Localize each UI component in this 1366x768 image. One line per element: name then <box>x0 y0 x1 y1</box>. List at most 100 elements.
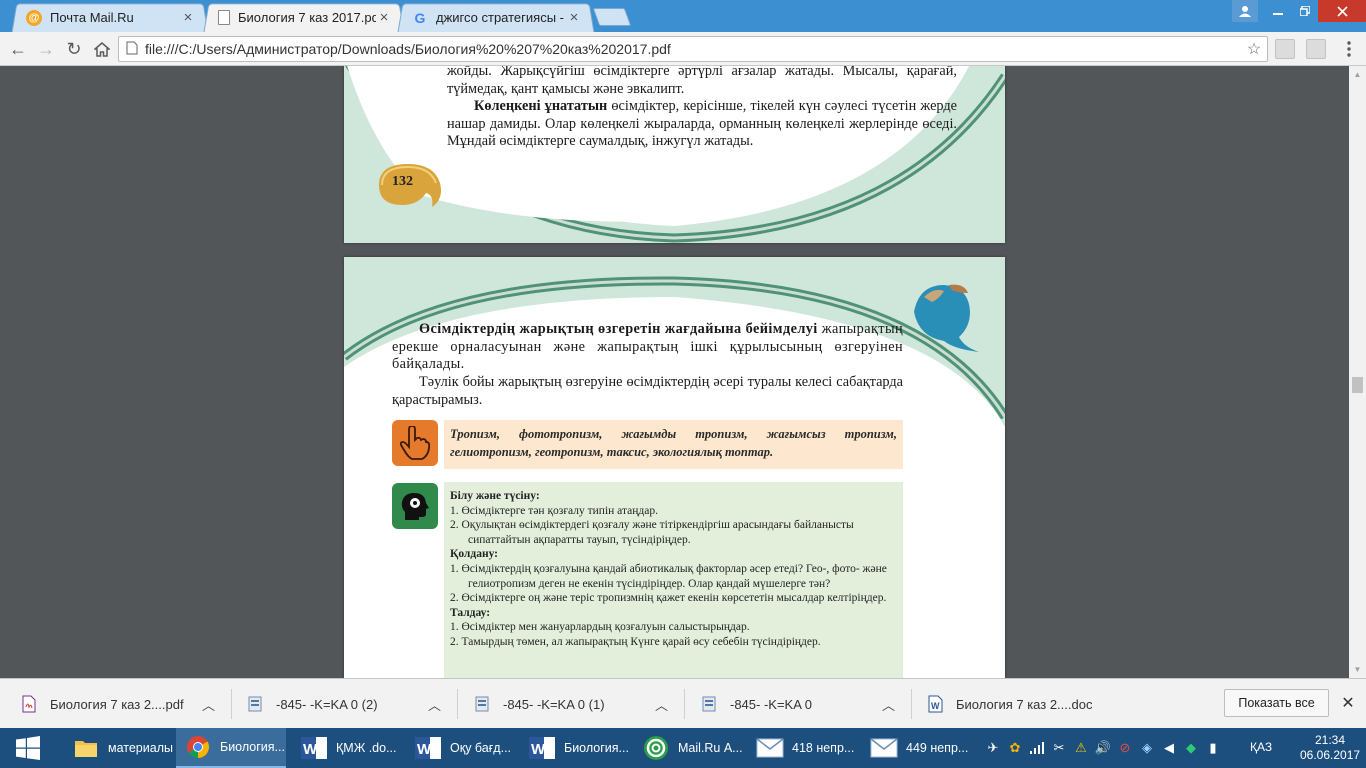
chevron-up-icon[interactable]: ︿ <box>655 695 668 714</box>
bookmark-star-icon[interactable]: ☆ <box>1241 39 1267 59</box>
back-arrow-icon[interactable]: ← <box>6 37 30 61</box>
next-lesson-paragraph: Тәулік бойы жарықтың өзгеруіне өсімдікте… <box>392 374 903 408</box>
tools-icon[interactable]: ✂ <box>1051 740 1067 756</box>
tab-title: джигсо стратегиясы - П <box>436 10 566 25</box>
color-app-icon[interactable]: ◆ <box>1183 740 1199 756</box>
svg-text:W: W <box>931 701 940 711</box>
scroll-down-arrow-icon[interactable]: ▼ <box>1349 661 1366 678</box>
taskbar-item-word[interactable]: W Оқу бағд... <box>406 728 518 768</box>
restore-icon[interactable] <box>1291 0 1318 22</box>
home-icon[interactable] <box>90 37 114 61</box>
download-filename: Биология 7 каз 2....doc <box>956 696 1093 712</box>
network-signal-icon[interactable] <box>1029 740 1045 756</box>
taskbar-label: 449 непр... <box>906 741 969 755</box>
section-heading-application: Қолдану: <box>450 548 499 561</box>
taskbar-label: Mail.Ru А... <box>678 741 743 755</box>
scroll-thumb[interactable] <box>1352 377 1363 393</box>
download-filename: Биология 7 каз 2....pdf <box>50 696 184 712</box>
download-item[interactable]: Биология 7 каз 2....pdf ︿ <box>22 679 227 729</box>
question-item: 2. Оқулықтан өсімдіктердегі қозғалу және… <box>450 519 854 546</box>
address-bar[interactable]: file:///C:/Users/Администратор/Downloads… <box>118 36 1268 62</box>
url-text[interactable]: file:///C:/Users/Администратор/Downloads… <box>145 41 1241 57</box>
page-text-top: жойды. Жарықсүйгіш өсімдіктерге әртүрлі … <box>447 66 957 97</box>
tab-mailru[interactable]: @ Почта Mail.Ru × <box>11 3 209 33</box>
taskbar-label: Оқу бағд... <box>450 741 512 755</box>
tab-biology-pdf[interactable]: Биология 7 каз 2017.pdf × <box>203 3 405 33</box>
taskbar-item-explorer[interactable]: материалы <box>64 728 174 768</box>
network-icon[interactable]: ◈ <box>1139 740 1155 756</box>
questions-box: Білу және түсіну: 1. Өсімдіктерге тән қо… <box>444 482 903 678</box>
chevron-up-icon[interactable]: ︿ <box>428 695 441 714</box>
airplane-icon[interactable]: ✈ <box>985 740 1001 756</box>
term-bold: Көлеңкені ұнататын <box>474 98 608 114</box>
section-heading-knowledge: Білу және түсіну: <box>450 490 540 502</box>
window-close-icon[interactable] <box>1318 0 1366 22</box>
tab-close-icon[interactable]: × <box>566 9 582 26</box>
word-icon: W <box>300 734 328 762</box>
key-terms-box: Тропизм, фототропизм, жағымды тропизм, ж… <box>444 420 903 469</box>
question-item: 2. Өсімдіктерге оң және теріс тропизмнің… <box>450 592 887 605</box>
extension-icon[interactable] <box>1306 39 1326 59</box>
download-filename: -845- -K=KA 0 (2) <box>276 696 378 712</box>
download-item[interactable]: W Биология 7 каз 2....doc <box>928 679 1128 729</box>
browser-toolbar: ← → ↻ file:///C:/Users/Администратор/Dow… <box>0 32 1366 66</box>
tab-close-icon[interactable]: × <box>180 9 196 26</box>
title-bar: @ Почта Mail.Ru × Биология 7 каз 2017.pd… <box>0 0 1366 33</box>
folder-icon <box>72 734 100 762</box>
new-tab-button[interactable] <box>592 8 632 26</box>
download-filename: -845- -K=KA 0 (1) <box>503 696 605 712</box>
windows-start-icon[interactable] <box>0 728 56 768</box>
taskbar-item-mail[interactable]: 418 непр... <box>748 728 860 768</box>
language-indicator[interactable]: ҚАЗ <box>1250 740 1272 754</box>
pdf-viewer[interactable]: жойды. Жарықсүйгіш өсімдіктерге әртүрлі … <box>0 66 1366 678</box>
word-icon: W <box>414 734 442 762</box>
tab-google-search[interactable]: G джигсо стратегиясы - П × <box>397 3 595 33</box>
taskbar-item-mail[interactable]: 449 непр... <box>862 728 974 768</box>
extension-home-icon[interactable] <box>1275 39 1295 59</box>
battery-icon[interactable]: ▮ <box>1205 740 1221 756</box>
file-icon <box>702 695 718 713</box>
tab-close-icon[interactable]: × <box>376 9 392 26</box>
show-all-downloads-button[interactable]: Показать все <box>1224 689 1329 717</box>
pdf-page-132: жойды. Жарықсүйгіш өсімдіктерге әртүрлі … <box>344 66 1005 243</box>
taskbar-label: материалы <box>108 741 173 755</box>
close-downloads-icon[interactable]: ✕ <box>1338 693 1358 713</box>
vertical-scrollbar[interactable]: ▲ ▼ <box>1349 66 1366 678</box>
file-icon <box>475 695 491 713</box>
volume-icon[interactable]: 🔊 <box>1095 740 1111 756</box>
downloads-bar: Биология 7 каз 2....pdf ︿ -845- -K=KA 0 … <box>0 678 1366 728</box>
reload-icon[interactable]: ↻ <box>62 37 86 61</box>
download-item[interactable]: -845- -K=KA 0 (1) ︿ <box>475 679 680 729</box>
forward-arrow-icon[interactable]: → <box>34 37 58 61</box>
clock[interactable]: 21:34 06.06.2017 <box>1300 733 1360 763</box>
document-icon <box>218 10 230 25</box>
tab-title: Биология 7 каз 2017.pdf <box>238 10 376 25</box>
question-item: 1. Өсімдіктер мен жануарлардың қозғалуын… <box>450 621 750 634</box>
taskbar-label: Биология... <box>564 741 629 755</box>
download-item[interactable]: -845- -K=KA 0 ︿ <box>702 679 907 729</box>
taskbar-item-word[interactable]: W Биология... <box>520 728 632 768</box>
pointing-hand-icon <box>392 420 438 466</box>
antivirus-icon[interactable]: ⊘ <box>1117 740 1133 756</box>
clock-date: 06.06.2017 <box>1300 748 1361 762</box>
scroll-up-arrow-icon[interactable]: ▲ <box>1349 66 1366 83</box>
mail-envelope-icon <box>756 734 784 762</box>
user-profile-icon[interactable] <box>1232 0 1258 22</box>
question-item: 1. Өсімдіктерге тән қозғалу типін атаңда… <box>450 504 658 517</box>
mail-envelope-icon <box>870 734 898 762</box>
page-info-icon[interactable] <box>119 41 145 58</box>
chevron-up-icon[interactable]: ︿ <box>202 695 215 714</box>
chrome-notification-icon[interactable]: ✿ <box>1007 740 1023 756</box>
svg-text:W: W <box>417 741 432 758</box>
speaker-icon[interactable]: ◀ <box>1161 740 1177 756</box>
taskbar-item-mailru-agent[interactable]: Mail.Ru А... <box>634 728 746 768</box>
download-item[interactable]: -845- -K=KA 0 (2) ︿ <box>248 679 453 729</box>
menu-kebab-icon[interactable] <box>1337 37 1361 61</box>
taskbar-item-word[interactable]: W ҚМЖ .do... <box>292 728 404 768</box>
chevron-up-icon[interactable]: ︿ <box>882 695 895 714</box>
google-icon: G <box>414 9 426 26</box>
minimize-icon[interactable] <box>1264 0 1291 22</box>
taskbar-item-chrome[interactable]: Биология... <box>176 728 286 768</box>
warning-icon[interactable]: ⚠ <box>1073 740 1089 756</box>
word-icon: W <box>528 734 556 762</box>
